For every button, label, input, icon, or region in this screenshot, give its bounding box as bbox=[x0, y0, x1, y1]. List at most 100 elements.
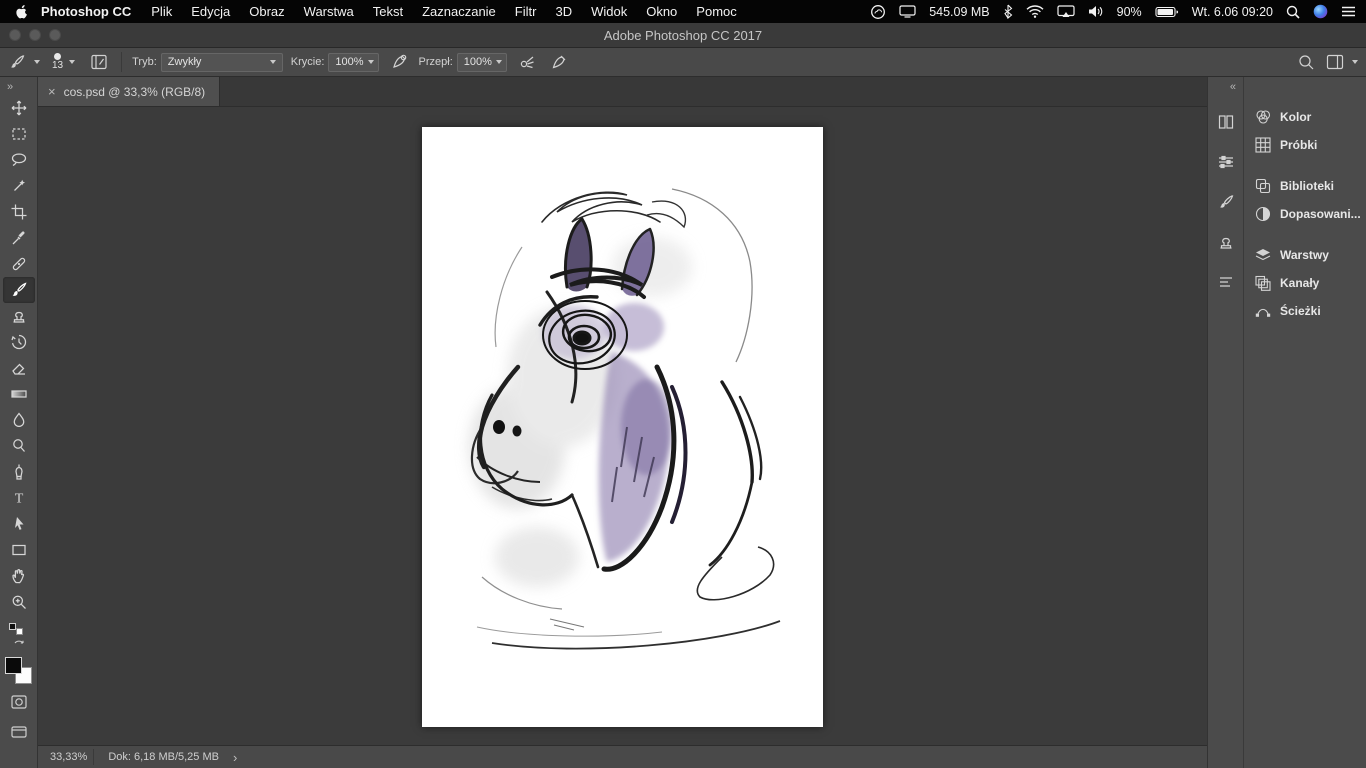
spotlight-icon[interactable] bbox=[1286, 5, 1300, 19]
brush-picker-caret-icon bbox=[69, 60, 75, 64]
brush-settings-panel-icon[interactable] bbox=[1212, 189, 1240, 215]
quick-selection-tool[interactable] bbox=[3, 173, 35, 199]
crop-tool[interactable] bbox=[3, 199, 35, 225]
panel-tab-warstwy[interactable]: Warstwy bbox=[1244, 241, 1366, 269]
tab-close-icon[interactable]: × bbox=[48, 85, 56, 98]
panel-tab-biblioteki[interactable]: Biblioteki bbox=[1244, 172, 1366, 200]
tool-preset-picker[interactable] bbox=[8, 53, 40, 71]
hand-tool[interactable] bbox=[3, 563, 35, 589]
pressure-size-button[interactable] bbox=[547, 51, 571, 73]
minimize-window-button[interactable] bbox=[29, 29, 41, 41]
window-titlebar: Adobe Photoshop CC 2017 bbox=[0, 23, 1366, 48]
dodge-tool[interactable] bbox=[3, 433, 35, 459]
blend-mode-label: Tryb: bbox=[132, 56, 157, 68]
panel-tab-probki[interactable]: Próbki bbox=[1244, 131, 1366, 159]
creative-cloud-icon[interactable] bbox=[870, 4, 886, 20]
menu-edycja[interactable]: Edycja bbox=[191, 4, 230, 19]
flow-caret-icon bbox=[496, 60, 502, 64]
siri-icon[interactable] bbox=[1313, 4, 1328, 19]
panel-tab-kanaly[interactable]: Kanały bbox=[1244, 269, 1366, 297]
macos-menubar: Photoshop CC Plik Edycja Obraz Warstwa T… bbox=[0, 0, 1366, 23]
panel-tab-sciezki[interactable]: Ścieżki bbox=[1244, 297, 1366, 325]
opacity-input[interactable]: 100% bbox=[328, 53, 378, 72]
menu-plik[interactable]: Plik bbox=[151, 4, 172, 19]
menu-widok[interactable]: Widok bbox=[591, 4, 627, 19]
bluetooth-icon[interactable] bbox=[1003, 4, 1013, 19]
foreground-color-swatch[interactable] bbox=[5, 657, 22, 674]
workspace-switcher[interactable] bbox=[1326, 54, 1358, 70]
app-menu-title[interactable]: Photoshop CC bbox=[41, 4, 131, 19]
blend-mode-select[interactable]: Zwykły bbox=[161, 53, 283, 72]
brush-preset-picker[interactable]: 13 bbox=[48, 52, 79, 72]
history-brush-tool[interactable] bbox=[3, 329, 35, 355]
pen-tool[interactable] bbox=[3, 459, 35, 485]
zoom-tool[interactable] bbox=[3, 589, 35, 615]
brush-tool[interactable] bbox=[3, 277, 35, 303]
pressure-opacity-button[interactable] bbox=[387, 51, 411, 73]
lasso-tool[interactable] bbox=[3, 147, 35, 173]
type-tool[interactable]: T bbox=[3, 485, 35, 511]
zoom-window-button[interactable] bbox=[49, 29, 61, 41]
swap-colors-icon[interactable] bbox=[12, 637, 26, 655]
rectangle-shape-tool[interactable] bbox=[3, 537, 35, 563]
toggle-brush-panel-button[interactable] bbox=[87, 51, 111, 73]
close-window-button[interactable] bbox=[9, 29, 21, 41]
document-tab[interactable]: × cos.psd @ 33,3% (RGB/8) bbox=[38, 77, 220, 106]
brush-size-value: 13 bbox=[52, 61, 63, 71]
zoom-level-field[interactable]: 33,33% bbox=[48, 749, 94, 765]
screen-mode-button[interactable] bbox=[3, 720, 35, 744]
battery-icon[interactable] bbox=[1155, 6, 1179, 18]
apple-menu[interactable] bbox=[16, 4, 29, 19]
apple-icon bbox=[16, 4, 29, 19]
tool-presets-panel-icon[interactable] bbox=[1212, 269, 1240, 295]
menu-okno[interactable]: Okno bbox=[646, 4, 677, 19]
menu-3d[interactable]: 3D bbox=[555, 4, 572, 19]
airplay-display-icon[interactable] bbox=[1057, 5, 1075, 18]
menu-filtr[interactable]: Filtr bbox=[515, 4, 537, 19]
status-options-chevron[interactable]: › bbox=[233, 750, 237, 765]
menu-pomoc[interactable]: Pomoc bbox=[696, 4, 736, 19]
flow-input[interactable]: 100% bbox=[457, 53, 507, 72]
clone-stamp-tool[interactable] bbox=[3, 303, 35, 329]
panel-tab-kolor[interactable]: Kolor bbox=[1244, 103, 1366, 131]
horse-sketch-artwork bbox=[422, 127, 823, 727]
gradient-tool[interactable] bbox=[3, 381, 35, 407]
collapsed-panels-dock: « bbox=[1207, 77, 1243, 768]
default-colors-icon[interactable] bbox=[9, 623, 23, 635]
channels-panel-icon bbox=[1254, 274, 1272, 292]
spot-healing-brush-tool[interactable] bbox=[3, 251, 35, 277]
blend-mode-caret-icon bbox=[270, 60, 276, 64]
eraser-tool[interactable] bbox=[3, 355, 35, 381]
properties-panel-icon[interactable] bbox=[1212, 149, 1240, 175]
eyedropper-tool[interactable] bbox=[3, 225, 35, 251]
airbrush-button[interactable] bbox=[515, 51, 539, 73]
dock-expand-chevron[interactable]: « bbox=[1230, 77, 1243, 95]
menu-tekst[interactable]: Tekst bbox=[373, 4, 403, 19]
rectangular-marquee-tool[interactable] bbox=[3, 121, 35, 147]
move-tool[interactable] bbox=[3, 95, 35, 121]
quick-mask-button[interactable] bbox=[3, 690, 35, 714]
menubar-clock[interactable]: Wt. 6.06 09:20 bbox=[1192, 5, 1273, 19]
brush-tip-preview-icon bbox=[54, 53, 61, 60]
menu-obraz[interactable]: Obraz bbox=[249, 4, 284, 19]
search-button[interactable] bbox=[1294, 51, 1318, 73]
menu-warstwa[interactable]: Warstwa bbox=[304, 4, 354, 19]
layers-panel-icon bbox=[1254, 246, 1272, 264]
path-selection-tool[interactable] bbox=[3, 511, 35, 537]
panel-tabs-column: Kolor Próbki Biblioteki Dopasowani... bbox=[1243, 77, 1366, 768]
document-canvas[interactable] bbox=[422, 127, 823, 727]
menu-zaznaczanie[interactable]: Zaznaczanie bbox=[422, 4, 496, 19]
tools-collapse-chevron[interactable]: » bbox=[0, 77, 13, 95]
document-tab-title: cos.psd @ 33,3% (RGB/8) bbox=[64, 85, 206, 99]
blur-tool[interactable] bbox=[3, 407, 35, 433]
clone-source-panel-icon[interactable] bbox=[1212, 229, 1240, 255]
panel-tab-dopasowania[interactable]: Dopasowani... bbox=[1244, 200, 1366, 228]
canvas-area[interactable] bbox=[38, 107, 1207, 745]
wifi-icon[interactable] bbox=[1026, 5, 1044, 18]
swatches-panel-icon bbox=[1254, 136, 1272, 154]
history-panel-icon[interactable] bbox=[1212, 109, 1240, 135]
notification-center-icon[interactable] bbox=[1341, 5, 1356, 18]
memory-monitor-icon[interactable] bbox=[899, 5, 916, 18]
volume-icon[interactable] bbox=[1088, 5, 1104, 18]
color-panel-icon bbox=[1254, 108, 1272, 126]
